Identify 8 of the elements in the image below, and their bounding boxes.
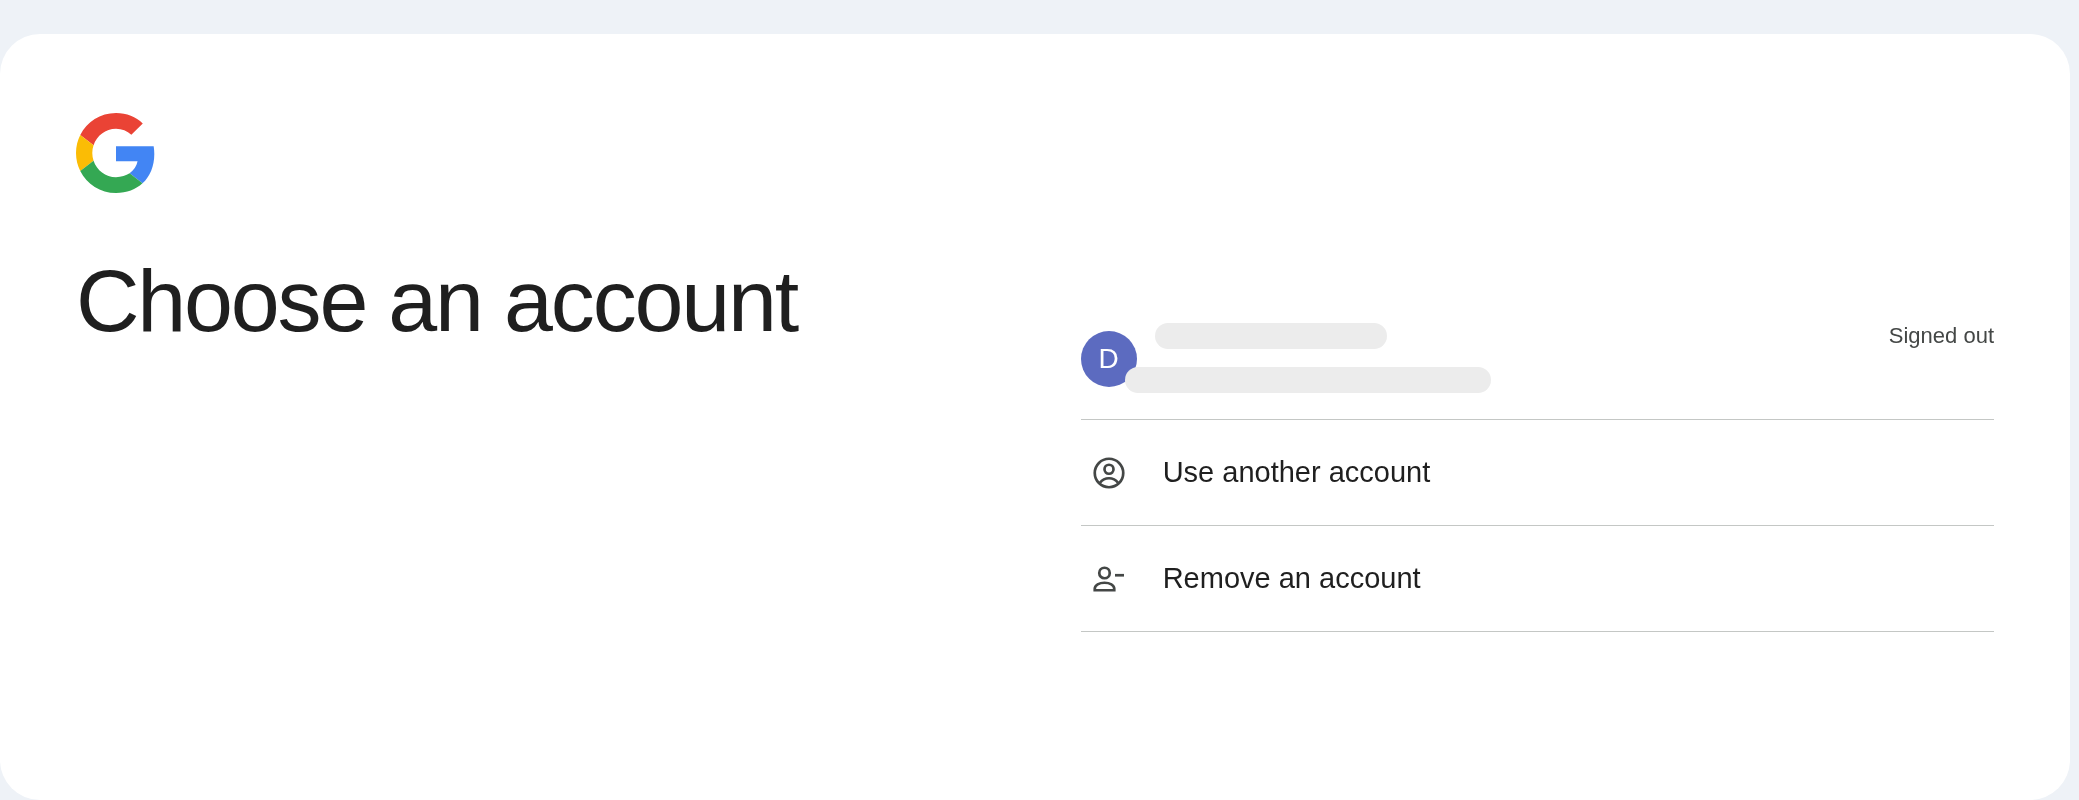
person-circle-icon	[1090, 454, 1127, 491]
account-row[interactable]: D Signed out	[1080, 313, 1994, 420]
account-option[interactable]: Use another account	[1080, 420, 1994, 526]
google-logo-icon	[76, 113, 156, 193]
page-heading: Choose an account	[76, 251, 799, 351]
avatar: D	[1080, 331, 1137, 387]
account-status: Signed out	[1888, 322, 1994, 350]
account-option[interactable]: Remove an account	[1080, 526, 1994, 632]
